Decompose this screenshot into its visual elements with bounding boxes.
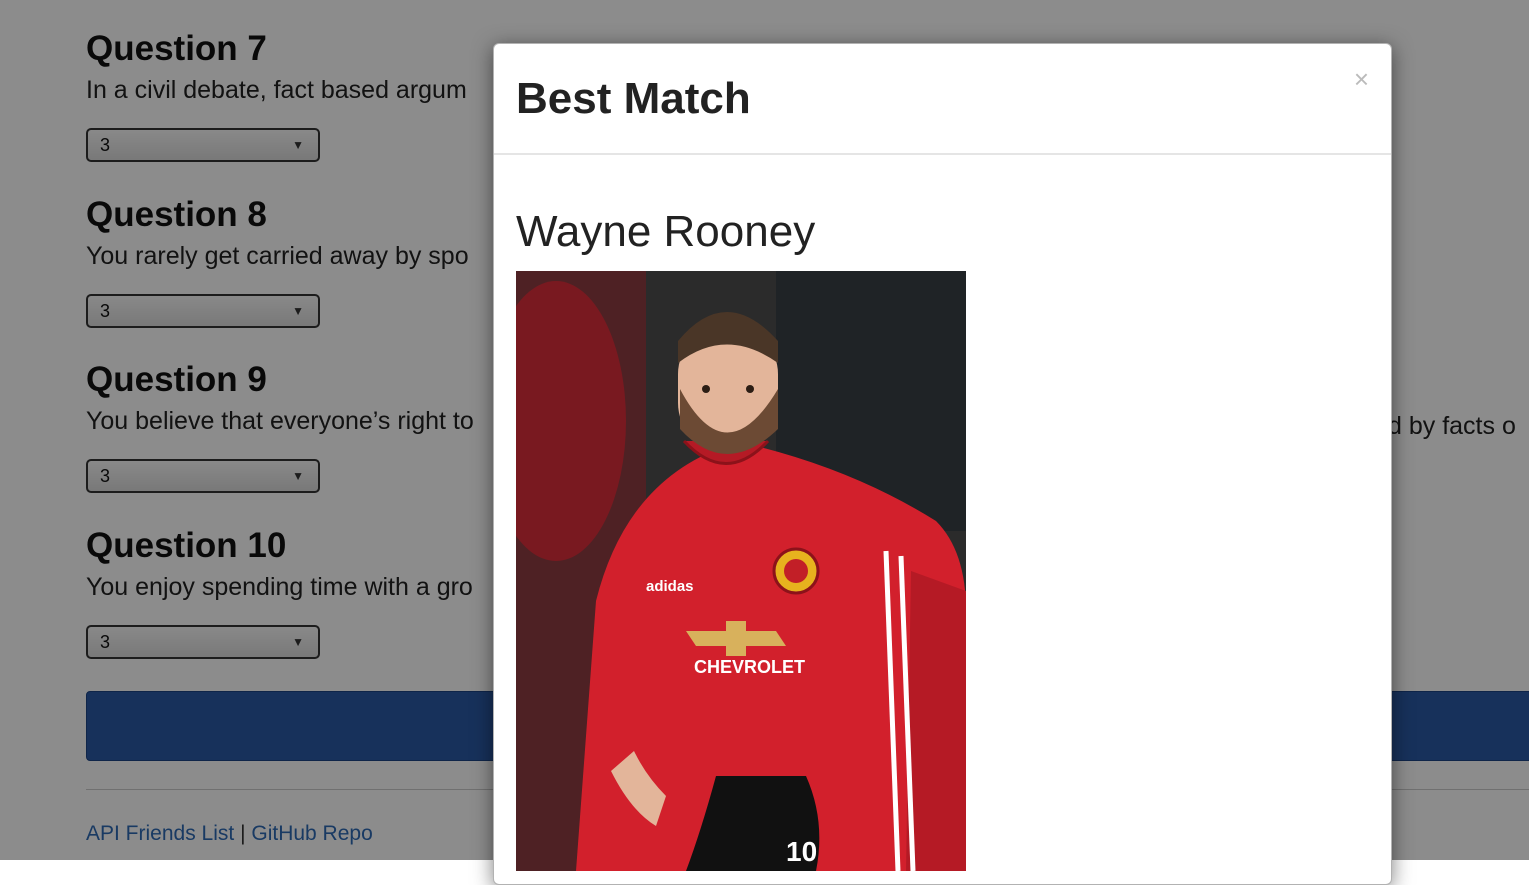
best-match-modal: Best Match × Wayne Rooney CHEVROLET adid… [493, 43, 1392, 885]
jersey-number-text: 10 [786, 836, 817, 867]
close-icon[interactable]: × [1354, 64, 1369, 95]
match-name: Wayne Rooney [516, 207, 816, 256]
jersey-sponsor-text: CHEVROLET [694, 657, 805, 677]
modal-header: Best Match × [494, 44, 1391, 155]
match-photo: CHEVROLET adidas 10 [516, 271, 966, 871]
modal-title: Best Match [516, 74, 751, 123]
player-photo-illustration: CHEVROLET adidas 10 [516, 271, 966, 871]
jersey-brand-text: adidas [646, 578, 694, 595]
